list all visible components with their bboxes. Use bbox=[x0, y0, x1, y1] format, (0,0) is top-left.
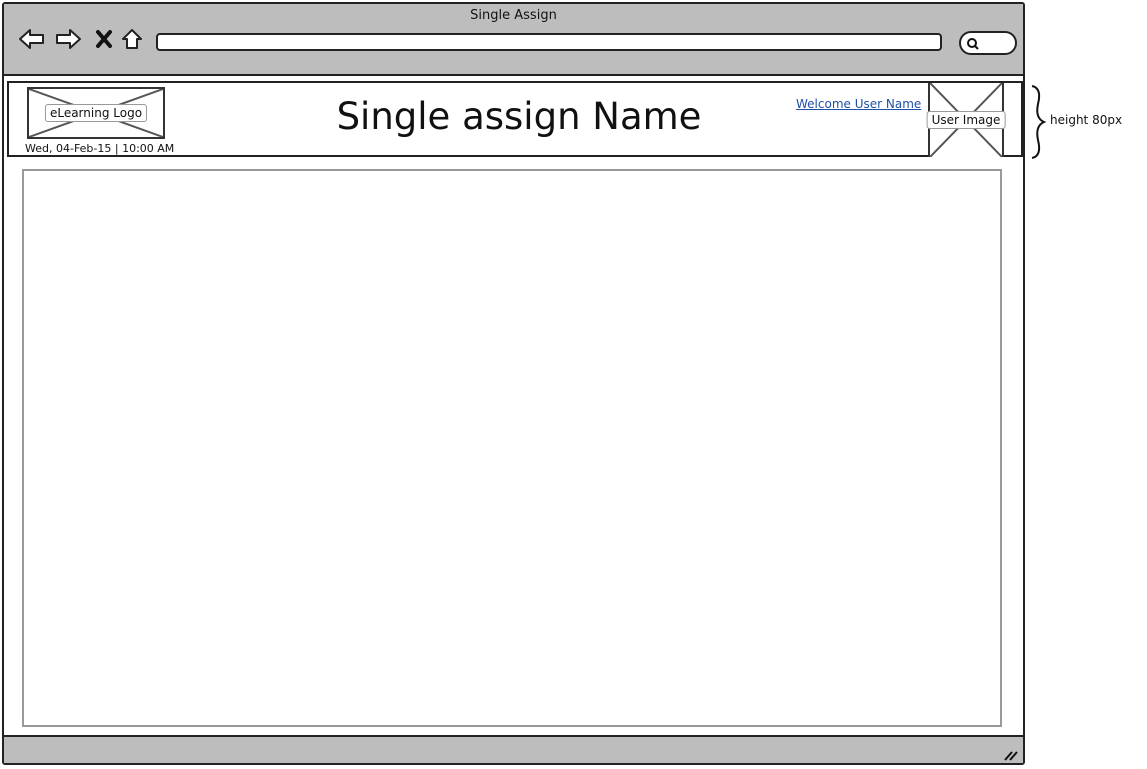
magnifier-icon bbox=[966, 36, 980, 55]
page-content: eLearning Logo Wed, 04-Feb-15 | 10:00 AM… bbox=[4, 76, 1023, 735]
address-bar[interactable] bbox=[156, 33, 942, 51]
logo-label: eLearning Logo bbox=[44, 104, 148, 122]
current-datetime: Wed, 04-Feb-15 | 10:00 AM bbox=[25, 142, 175, 155]
back-arrow-icon[interactable] bbox=[18, 24, 46, 54]
app-header: eLearning Logo Wed, 04-Feb-15 | 10:00 AM… bbox=[7, 81, 1023, 157]
browser-toolbar: Single Assign bbox=[4, 4, 1023, 76]
main-content-panel bbox=[22, 169, 1002, 727]
home-icon[interactable] bbox=[118, 24, 146, 54]
user-image[interactable]: User Image bbox=[926, 83, 1006, 157]
page-title: Single assign Name bbox=[336, 95, 702, 138]
search-box[interactable] bbox=[959, 31, 1017, 55]
window-title: Single Assign bbox=[470, 8, 557, 23]
header-height-note: height 80px bbox=[1050, 113, 1123, 127]
close-x-icon[interactable] bbox=[90, 24, 118, 54]
status-bar bbox=[4, 735, 1023, 763]
browser-window: Single Assign eLearning Logo Wed, 04-Feb… bbox=[2, 2, 1025, 765]
user-image-label: User Image bbox=[926, 111, 1006, 129]
elearning-logo[interactable]: eLearning Logo bbox=[27, 87, 165, 139]
forward-arrow-icon[interactable] bbox=[54, 24, 82, 54]
resize-grip-icon[interactable] bbox=[1003, 746, 1019, 761]
welcome-user-link[interactable]: Welcome User Name bbox=[796, 97, 921, 111]
curly-brace-icon bbox=[1031, 85, 1046, 159]
